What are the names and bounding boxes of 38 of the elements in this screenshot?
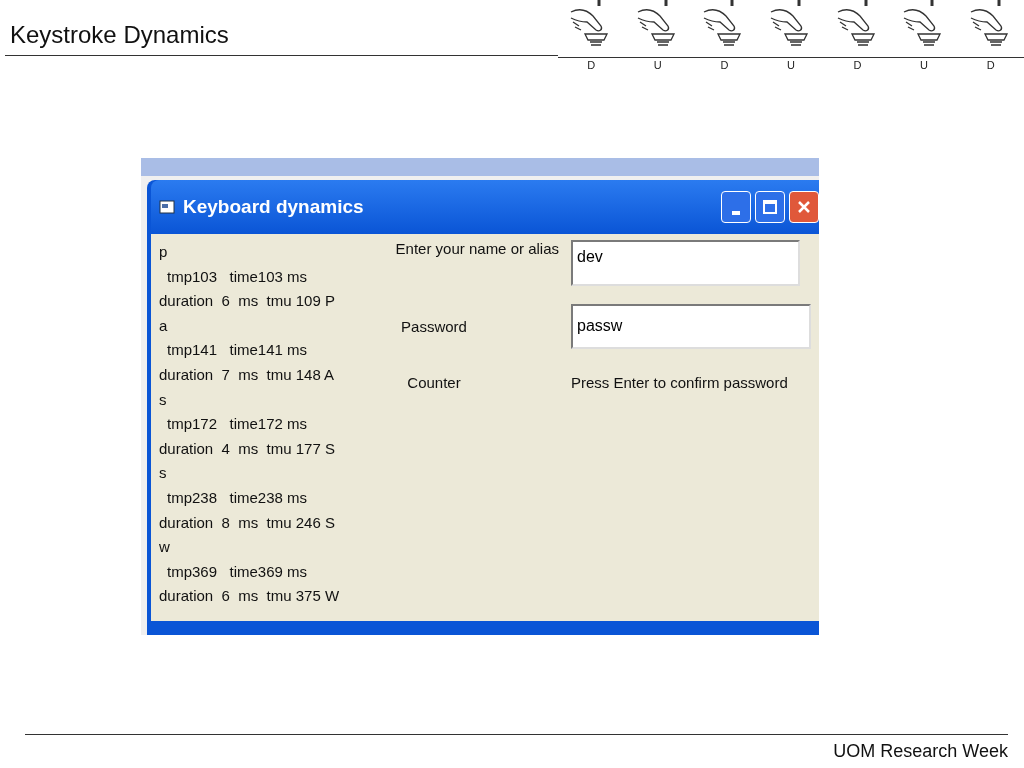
log-line: duration 7 ms tmu 148 A [159,364,336,385]
window-title: Keyboard dynamics [183,196,365,218]
key-event-label: D [720,59,729,71]
slide-title: Keystroke Dynamics [9,21,229,50]
log-line: s [159,389,168,410]
log-line: tmp238 time238 ms [166,487,309,508]
log-line: p [159,242,169,262]
key-event-label: D [587,59,596,71]
log-line: tmp172 time172 ms [166,414,309,435]
key-event-label: U [653,59,662,71]
footer-text: UOM Research Week [833,740,1008,762]
field-label: Enter your name or alias [394,240,560,257]
minimize-button[interactable] [721,191,751,223]
log-line: duration 6 ms tmu 375 W [159,586,341,607]
log-line: a [159,315,169,336]
log-line: s [159,463,168,484]
window-icon [159,200,175,214]
maximize-icon [763,200,777,214]
log-line: duration 8 ms tmu 246 S [159,512,336,533]
input-field[interactable]: dev [571,240,800,286]
input-field[interactable]: passw [571,303,811,349]
field-label: Counter [406,373,462,391]
key-event-label: U [787,59,795,71]
log-line: duration 6 ms tmu 109 P [159,291,336,312]
minimize-icon [732,211,740,215]
log-line: tmp369 time369 ms [166,561,309,582]
field-label: Password [400,317,468,335]
close-button[interactable] [789,191,819,223]
key-event-label: D [853,59,862,71]
log-line: tmp103 time103 ms [166,266,309,287]
key-event-label: U [920,59,929,71]
status-text: Press Enter to confirm password [571,373,788,391]
key-event-label: D [986,59,995,71]
log-line: tmp141 time141 ms [166,340,309,361]
log-line: w [159,537,171,558]
close-icon [797,200,811,214]
maximize-button[interactable] [755,191,785,223]
log-line: duration 4 ms tmu 177 S [159,438,336,459]
